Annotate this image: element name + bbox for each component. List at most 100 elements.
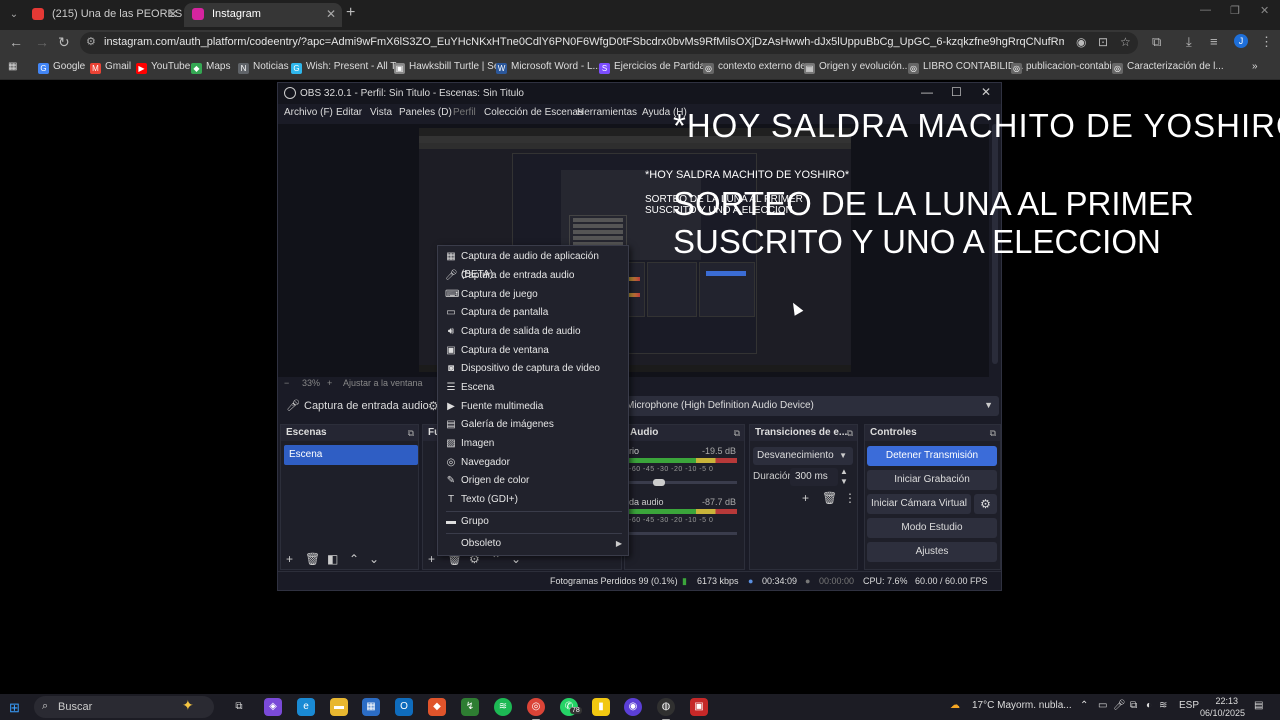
extensions-icon[interactable]: ⧉ bbox=[1152, 34, 1161, 50]
menu-paneles[interactable]: Paneles (D) bbox=[399, 107, 452, 118]
bookmark-gmail[interactable]: M Gmail bbox=[90, 61, 131, 74]
bookmark-hawksbill[interactable]: ▣ Hawksbill Turtle | Se... bbox=[394, 61, 508, 74]
add-icon[interactable]: + bbox=[802, 491, 809, 505]
menu-item-image-slideshow[interactable]: ▤ Galería de imágenes bbox=[438, 416, 628, 434]
windows-start-icon[interactable]: ⊞ bbox=[9, 700, 20, 716]
new-tab-button[interactable]: + bbox=[346, 4, 355, 22]
url-text[interactable]: instagram.com/auth_platform/codeentry/?a… bbox=[104, 36, 1064, 48]
tray-app-icon[interactable]: ◐ bbox=[1146, 700, 1152, 711]
settings-button[interactable]: Ajustes bbox=[867, 542, 997, 562]
gear-icon[interactable]: ⚙ bbox=[974, 494, 997, 514]
trash-icon[interactable]: 🗑︎ bbox=[305, 552, 320, 566]
transition-select[interactable]: Desvanecimiento ▼ bbox=[753, 447, 853, 465]
float-icon[interactable]: ⧉ bbox=[847, 425, 853, 441]
menu-icon[interactable]: ⋮ bbox=[1260, 34, 1273, 50]
volume-slider-knob[interactable] bbox=[653, 479, 665, 486]
menu-item-obsolete[interactable]: Obsoleto ▶ bbox=[438, 535, 628, 553]
taskbar-search[interactable]: ⌕ Buscar ✦ bbox=[34, 696, 214, 718]
profile-avatar[interactable]: J bbox=[1234, 34, 1248, 48]
maximize-icon[interactable]: ☐ bbox=[951, 85, 962, 99]
start-recording-button[interactable]: Iniciar Grabación bbox=[867, 470, 997, 490]
menu-item-display-capture[interactable]: ▭ Captura de pantalla bbox=[438, 304, 628, 322]
menu-coleccion[interactable]: Colección de Escenas bbox=[484, 107, 583, 118]
apps-icon[interactable]: ▦ bbox=[8, 61, 17, 72]
bookmark-origen[interactable]: ▤ Origen y evolución... bbox=[804, 61, 910, 74]
minimize-icon[interactable]: — bbox=[1200, 4, 1211, 16]
add-icon[interactable]: + bbox=[428, 552, 435, 566]
media-icon[interactable]: ≡ bbox=[1210, 34, 1218, 49]
duration-spinner[interactable]: ▲ ▼ bbox=[840, 467, 848, 487]
install-icon[interactable]: ⊡ bbox=[1098, 35, 1108, 49]
outlook-icon[interactable]: O bbox=[395, 698, 413, 716]
down-icon[interactable]: ⌄ bbox=[369, 552, 379, 566]
zoom-in-icon[interactable]: + bbox=[327, 378, 332, 388]
close-tab-icon[interactable]: ✕ bbox=[326, 3, 336, 25]
microphone-icon[interactable]: 🎤︎ bbox=[1113, 700, 1126, 711]
task-view-icon[interactable]: ⧉ bbox=[230, 698, 248, 716]
menu-item-audio-output[interactable]: 🔊︎ Captura de salida de audio bbox=[438, 323, 628, 341]
app-icon[interactable]: ▣ bbox=[690, 698, 708, 716]
close-icon[interactable]: ✕ bbox=[981, 85, 991, 99]
tray-app-icon[interactable]: ▭ bbox=[1098, 700, 1107, 711]
menu-item-game-capture[interactable]: ⌨ Captura de juego bbox=[438, 286, 628, 304]
bookmark-noticias[interactable]: N Noticias bbox=[238, 61, 289, 74]
menu-herramientas[interactable]: Herramientas bbox=[577, 107, 637, 118]
download-icon[interactable]: ⤓ bbox=[1186, 34, 1192, 50]
menu-item-group[interactable]: ▬ Grupo bbox=[438, 513, 628, 531]
weather-text[interactable]: 17°C Mayorm. nubla... bbox=[972, 700, 1072, 711]
menu-item-window-capture[interactable]: ▣ Captura de ventana bbox=[438, 342, 628, 360]
bookmark-wish[interactable]: G Wish: Present - All T... bbox=[291, 61, 404, 74]
volume-slider[interactable] bbox=[629, 532, 737, 535]
brave-icon[interactable]: ◆ bbox=[428, 698, 446, 716]
menu-item-app-audio[interactable]: ▦ Captura de audio de aplicación (BETA) bbox=[438, 248, 628, 280]
clock[interactable]: 22:13 06/10/2025 bbox=[1200, 695, 1245, 719]
studio-mode-button[interactable]: Modo Estudio bbox=[867, 518, 997, 538]
start-virtual-camera-button[interactable]: Iniciar Cámara Virtual bbox=[867, 494, 971, 514]
notification-icon[interactable]: ▤ bbox=[1254, 700, 1263, 711]
bookmark-word[interactable]: W Microsoft Word - L... bbox=[496, 61, 601, 74]
bookmark-caracterizacion[interactable]: ◎ Caracterización de l... bbox=[1112, 61, 1224, 74]
copilot-icon[interactable]: ◈ bbox=[264, 698, 282, 716]
tray-app-icon[interactable]: ⧉ bbox=[1130, 700, 1137, 711]
more-bookmarks-icon[interactable]: » bbox=[1252, 61, 1258, 72]
filter-icon[interactable]: ◧ bbox=[327, 552, 338, 566]
powerbi-icon[interactable]: ▮ bbox=[592, 698, 610, 716]
trash-icon[interactable]: 🗑︎ bbox=[822, 491, 837, 505]
menu-perfil[interactable]: Perfil bbox=[453, 107, 476, 118]
forward-icon[interactable]: → bbox=[35, 34, 49, 50]
bookmark-youtube[interactable]: ▶ YouTube bbox=[136, 61, 190, 74]
stop-streaming-button[interactable]: Detener Transmisión bbox=[867, 446, 997, 466]
more-icon[interactable]: ⋮ bbox=[844, 491, 856, 505]
float-icon[interactable]: ⧉ bbox=[734, 425, 740, 441]
store-icon[interactable]: ▦ bbox=[362, 698, 380, 716]
bookmark-contexto[interactable]: ◎ contexto externo de... bbox=[703, 61, 814, 74]
chevron-up-icon[interactable]: ⌃ bbox=[1080, 700, 1088, 711]
edge-icon[interactable]: e bbox=[297, 698, 315, 716]
up-icon[interactable]: ⌃ bbox=[349, 552, 359, 566]
tab-search-button[interactable]: ⌄ bbox=[4, 6, 24, 24]
address-bar[interactable]: ⚙ instagram.com/auth_platform/codeentry/… bbox=[80, 32, 1138, 54]
zoom-out-icon[interactable]: − bbox=[284, 378, 289, 388]
duration-input[interactable]: 300 ms bbox=[790, 468, 838, 486]
eye-icon[interactable]: ◉ bbox=[1076, 35, 1086, 49]
menu-item-media-source[interactable]: ▶ Fuente multimedia bbox=[438, 398, 628, 416]
browser-tab-instagram[interactable]: Instagram ✕ bbox=[184, 3, 342, 27]
obs-taskbar-icon[interactable]: ◍ bbox=[657, 698, 675, 720]
chrome-icon[interactable]: ◎ bbox=[527, 698, 545, 720]
float-icon[interactable]: ⧉ bbox=[990, 425, 996, 441]
fit-window-button[interactable]: Ajustar a la ventana bbox=[343, 378, 423, 388]
close-icon[interactable]: ✕ bbox=[1260, 4, 1269, 17]
back-icon[interactable]: ← bbox=[9, 34, 23, 50]
device-select[interactable]: Microphone (High Definition Audio Device… bbox=[622, 396, 999, 416]
menu-item-text-gdi[interactable]: T Texto (GDI+) bbox=[438, 491, 628, 509]
minimize-icon[interactable]: — bbox=[921, 85, 933, 99]
add-icon[interactable]: + bbox=[286, 552, 293, 566]
menu-archivo[interactable]: Archivo (F) bbox=[284, 107, 333, 118]
maximize-icon[interactable]: ❐ bbox=[1230, 4, 1240, 17]
menu-item-video-device[interactable]: ◙ Dispositivo de captura de video bbox=[438, 360, 628, 378]
bookmark-libro[interactable]: ◎ LIBRO CONTABILID... bbox=[908, 61, 1023, 74]
spotify-icon[interactable]: ≋ bbox=[494, 698, 512, 716]
menu-vista[interactable]: Vista bbox=[370, 107, 392, 118]
volume-slider[interactable] bbox=[629, 481, 737, 484]
bookmark-ejercicios[interactable]: S Ejercicios de Partida... bbox=[599, 61, 714, 74]
